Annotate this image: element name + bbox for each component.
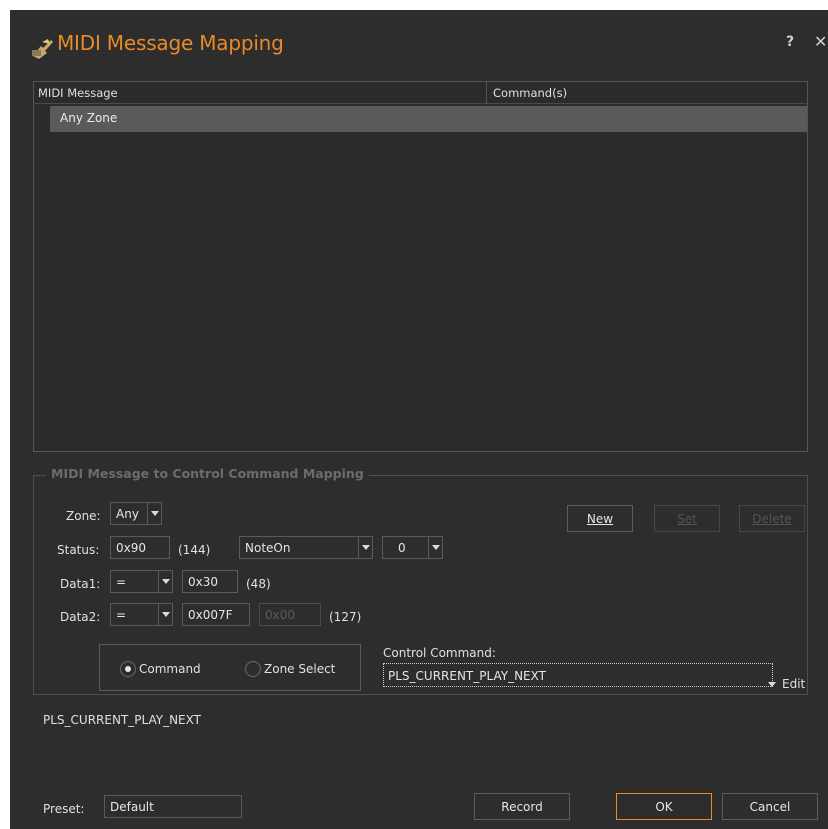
zone-label: Zone: (66, 509, 101, 523)
record-button[interactable]: Record (474, 793, 570, 820)
data2-operator-value: = (116, 608, 127, 622)
help-button[interactable]: ? (786, 34, 794, 50)
command-description: PLS_CURRENT_PLAY_NEXT (43, 713, 201, 727)
chevron-down-icon[interactable] (765, 674, 779, 695)
preset-input[interactable]: Default (104, 795, 242, 818)
data1-decimal: (48) (246, 577, 271, 591)
channel-select[interactable]: 0 (382, 536, 443, 559)
data2-hex-input[interactable]: 0x007F (182, 603, 250, 626)
preset-label: Preset: (43, 802, 85, 816)
close-button[interactable]: ✕ (814, 32, 827, 51)
status-type-select[interactable]: NoteOn (239, 536, 373, 559)
group-title: MIDI Message to Control Command Mapping (46, 466, 369, 481)
channel-value: 0 (398, 541, 406, 555)
control-command-value: PLS_CURRENT_PLAY_NEXT (388, 669, 546, 683)
data1-hex-input[interactable]: 0x30 (182, 570, 238, 593)
data1-operator-value: = (116, 575, 127, 589)
zone-select-radio-label[interactable]: Zone Select (264, 662, 335, 676)
chevron-down-icon[interactable] (147, 503, 161, 524)
data1-label: Data1: (60, 577, 101, 591)
data2-decimal: (127) (329, 610, 362, 624)
column-header-commands[interactable]: Command(s) (493, 86, 567, 100)
list-item[interactable]: Any Zone (50, 106, 807, 132)
ok-button[interactable]: OK (616, 793, 712, 820)
data2-hex-max-input[interactable]: 0x00 (259, 603, 321, 626)
command-radio[interactable] (120, 661, 136, 677)
status-hex-input[interactable]: 0x90 (110, 536, 170, 559)
zone-select-radio[interactable] (245, 661, 261, 677)
new-button[interactable]: New (567, 505, 633, 532)
control-command-label: Control Command: (383, 646, 496, 660)
cancel-button[interactable]: Cancel (722, 793, 818, 820)
data1-operator-select[interactable]: = (110, 570, 173, 593)
column-divider[interactable] (486, 82, 487, 104)
data2-label: Data2: (60, 610, 101, 624)
zone-value: Any (116, 507, 139, 521)
status-label: Status: (57, 543, 100, 557)
set-button[interactable]: Set (654, 505, 720, 532)
zone-select[interactable]: Any (110, 502, 162, 525)
dialog-title: MIDI Message Mapping (57, 31, 284, 55)
chevron-down-icon[interactable] (358, 537, 372, 558)
title-bar: MIDI Message Mapping ? ✕ (10, 10, 828, 80)
status-type-value: NoteOn (245, 541, 291, 555)
midi-message-list[interactable]: MIDI Message Command(s) Any Zone (33, 81, 808, 452)
data2-operator-select[interactable]: = (110, 603, 173, 626)
chevron-down-icon[interactable] (158, 571, 172, 592)
list-item-label: Any Zone (60, 111, 118, 125)
list-header: MIDI Message Command(s) (34, 82, 807, 104)
command-radio-label[interactable]: Command (139, 662, 201, 676)
edit-button[interactable]: Edit (782, 677, 805, 691)
app-logo-icon (32, 39, 53, 59)
chevron-down-icon[interactable] (158, 604, 172, 625)
column-header-midi-message[interactable]: MIDI Message (38, 86, 118, 100)
status-decimal: (144) (178, 543, 211, 557)
control-command-select[interactable]: PLS_CURRENT_PLAY_NEXT (383, 663, 773, 687)
delete-button[interactable]: Delete (739, 505, 805, 532)
chevron-down-icon[interactable] (428, 537, 442, 558)
